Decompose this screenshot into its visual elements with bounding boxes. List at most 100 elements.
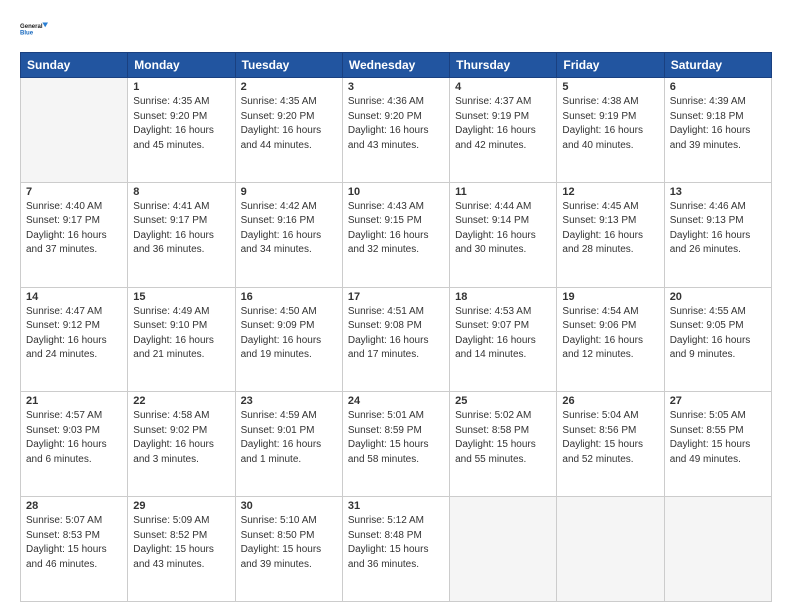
day-number: 18 [455, 291, 551, 303]
day-info: Sunrise: 4:42 AMSunset: 9:16 PMDaylight:… [241, 200, 337, 258]
weekday-header-row: SundayMondayTuesdayWednesdayThursdayFrid… [21, 53, 772, 78]
day-info: Sunrise: 4:47 AMSunset: 9:12 PMDaylight:… [26, 305, 122, 363]
week-row-3: 14 Sunrise: 4:47 AMSunset: 9:12 PMDayligh… [21, 287, 772, 392]
day-number: 15 [133, 291, 229, 303]
calendar-cell: 10Sunrise: 4:43 AMSunset: 9:15 PMDayligh… [342, 182, 449, 287]
calendar-cell: 14 Sunrise: 4:47 AMSunset: 9:12 PMDayligh… [21, 287, 128, 392]
weekday-header-thursday: Thursday [450, 53, 557, 78]
calendar-cell: 9Sunrise: 4:42 AMSunset: 9:16 PMDaylight… [235, 182, 342, 287]
day-number: 30 [241, 500, 337, 512]
calendar-cell: 11 Sunrise: 4:44 AMSunset: 9:14 PMDayligh… [450, 182, 557, 287]
day-info: Sunrise: 4:35 AMSunset: 9:20 PMDaylight:… [133, 95, 229, 153]
day-info: Sunrise: 4:54 AMSunset: 9:06 PMDaylight:… [562, 305, 658, 363]
day-number: 31 [348, 500, 444, 512]
calendar-cell: 2 Sunrise: 4:35 AMSunset: 9:20 PMDaylight… [235, 78, 342, 183]
logo-icon: GeneralBlue [20, 16, 48, 44]
weekday-header-saturday: Saturday [664, 53, 771, 78]
day-info: Sunrise: 4:46 AMSunset: 9:13 PMDaylight:… [670, 200, 766, 258]
calendar-cell: 26Sunrise: 5:04 AMSunset: 8:56 PMDayligh… [557, 392, 664, 497]
day-info: Sunrise: 4:38 AMSunset: 9:19 PMDaylight:… [562, 95, 658, 153]
day-info: Sunrise: 4:59 AMSunset: 9:01 PMDaylight:… [241, 409, 337, 467]
day-info: Sunrise: 4:36 AMSunset: 9:20 PMDaylight:… [348, 95, 444, 153]
calendar-cell: 30 Sunrise: 5:10 AMSunset: 8:50 PMDayligh… [235, 497, 342, 602]
day-info: Sunrise: 5:09 AMSunset: 8:52 PMDaylight:… [133, 514, 229, 572]
calendar-cell: 25 Sunrise: 5:02 AMSunset: 8:58 PMDayligh… [450, 392, 557, 497]
day-info: Sunrise: 5:01 AMSunset: 8:59 PMDaylight:… [348, 409, 444, 467]
week-row-1: 1 Sunrise: 4:35 AMSunset: 9:20 PMDaylight… [21, 78, 772, 183]
week-row-2: 7 Sunrise: 4:40 AMSunset: 9:17 PMDaylight… [21, 182, 772, 287]
day-info: Sunrise: 4:44 AMSunset: 9:14 PMDaylight:… [455, 200, 551, 258]
calendar-cell: 6 Sunrise: 4:39 AMSunset: 9:18 PMDaylight… [664, 78, 771, 183]
calendar-cell: 5Sunrise: 4:38 AMSunset: 9:19 PMDaylight… [557, 78, 664, 183]
header: GeneralBlue [20, 16, 772, 44]
day-info: Sunrise: 5:10 AMSunset: 8:50 PMDaylight:… [241, 514, 337, 572]
day-info: Sunrise: 4:40 AMSunset: 9:17 PMDaylight:… [26, 200, 122, 258]
calendar-cell: 27 Sunrise: 5:05 AMSunset: 8:55 PMDayligh… [664, 392, 771, 497]
day-number: 6 [670, 81, 766, 93]
calendar-cell: 7 Sunrise: 4:40 AMSunset: 9:17 PMDaylight… [21, 182, 128, 287]
day-number: 17 [348, 291, 444, 303]
day-number: 1 [133, 81, 229, 93]
day-info: Sunrise: 4:55 AMSunset: 9:05 PMDaylight:… [670, 305, 766, 363]
weekday-header-monday: Monday [128, 53, 235, 78]
day-number: 29 [133, 500, 229, 512]
calendar-cell: 20 Sunrise: 4:55 AMSunset: 9:05 PMDayligh… [664, 287, 771, 392]
weekday-header-sunday: Sunday [21, 53, 128, 78]
day-number: 4 [455, 81, 551, 93]
day-number: 28 [26, 500, 122, 512]
day-info: Sunrise: 4:45 AMSunset: 9:13 PMDaylight:… [562, 200, 658, 258]
calendar-cell: 29 Sunrise: 5:09 AMSunset: 8:52 PMDayligh… [128, 497, 235, 602]
day-number: 26 [562, 395, 658, 407]
day-info: Sunrise: 4:49 AMSunset: 9:10 PMDaylight:… [133, 305, 229, 363]
day-info: Sunrise: 4:58 AMSunset: 9:02 PMDaylight:… [133, 409, 229, 467]
day-number: 11 [455, 186, 551, 198]
day-info: Sunrise: 4:57 AMSunset: 9:03 PMDaylight:… [26, 409, 122, 467]
calendar-cell [450, 497, 557, 602]
calendar-cell: 13Sunrise: 4:46 AMSunset: 9:13 PMDayligh… [664, 182, 771, 287]
day-number: 22 [133, 395, 229, 407]
logo: GeneralBlue [20, 16, 48, 44]
day-info: Sunrise: 4:43 AMSunset: 9:15 PMDaylight:… [348, 200, 444, 258]
calendar-cell: 28 Sunrise: 5:07 AMSunset: 8:53 PMDayligh… [21, 497, 128, 602]
day-number: 27 [670, 395, 766, 407]
day-info: Sunrise: 5:07 AMSunset: 8:53 PMDaylight:… [26, 514, 122, 572]
calendar-cell [21, 78, 128, 183]
calendar-cell: 24 Sunrise: 5:01 AMSunset: 8:59 PMDayligh… [342, 392, 449, 497]
day-number: 14 [26, 291, 122, 303]
weekday-header-wednesday: Wednesday [342, 53, 449, 78]
calendar-cell [557, 497, 664, 602]
day-number: 23 [241, 395, 337, 407]
day-info: Sunrise: 4:37 AMSunset: 9:19 PMDaylight:… [455, 95, 551, 153]
day-number: 25 [455, 395, 551, 407]
calendar-cell: 18 Sunrise: 4:53 AMSunset: 9:07 PMDayligh… [450, 287, 557, 392]
weekday-header-friday: Friday [557, 53, 664, 78]
day-number: 21 [26, 395, 122, 407]
day-number: 20 [670, 291, 766, 303]
day-info: Sunrise: 4:41 AMSunset: 9:17 PMDaylight:… [133, 200, 229, 258]
day-number: 16 [241, 291, 337, 303]
calendar-cell: 19Sunrise: 4:54 AMSunset: 9:06 PMDayligh… [557, 287, 664, 392]
calendar-cell: 23 Sunrise: 4:59 AMSunset: 9:01 PMDayligh… [235, 392, 342, 497]
calendar-cell: 22 Sunrise: 4:58 AMSunset: 9:02 PMDayligh… [128, 392, 235, 497]
calendar-cell: 17 Sunrise: 4:51 AMSunset: 9:08 PMDayligh… [342, 287, 449, 392]
day-number: 8 [133, 186, 229, 198]
day-info: Sunrise: 4:39 AMSunset: 9:18 PMDaylight:… [670, 95, 766, 153]
calendar-cell: 12 Sunrise: 4:45 AMSunset: 9:13 PMDayligh… [557, 182, 664, 287]
day-info: Sunrise: 4:51 AMSunset: 9:08 PMDaylight:… [348, 305, 444, 363]
day-number: 3 [348, 81, 444, 93]
day-info: Sunrise: 5:12 AMSunset: 8:48 PMDaylight:… [348, 514, 444, 572]
calendar-table: SundayMondayTuesdayWednesdayThursdayFrid… [20, 52, 772, 602]
svg-text:General: General [20, 24, 43, 30]
day-number: 24 [348, 395, 444, 407]
calendar-cell: 1 Sunrise: 4:35 AMSunset: 9:20 PMDaylight… [128, 78, 235, 183]
day-number: 7 [26, 186, 122, 198]
day-info: Sunrise: 5:02 AMSunset: 8:58 PMDaylight:… [455, 409, 551, 467]
day-number: 2 [241, 81, 337, 93]
day-info: Sunrise: 4:53 AMSunset: 9:07 PMDaylight:… [455, 305, 551, 363]
calendar-cell: 3 Sunrise: 4:36 AMSunset: 9:20 PMDaylight… [342, 78, 449, 183]
svg-text:Blue: Blue [20, 31, 34, 37]
day-info: Sunrise: 5:05 AMSunset: 8:55 PMDaylight:… [670, 409, 766, 467]
weekday-header-tuesday: Tuesday [235, 53, 342, 78]
day-info: Sunrise: 4:35 AMSunset: 9:20 PMDaylight:… [241, 95, 337, 153]
day-number: 12 [562, 186, 658, 198]
